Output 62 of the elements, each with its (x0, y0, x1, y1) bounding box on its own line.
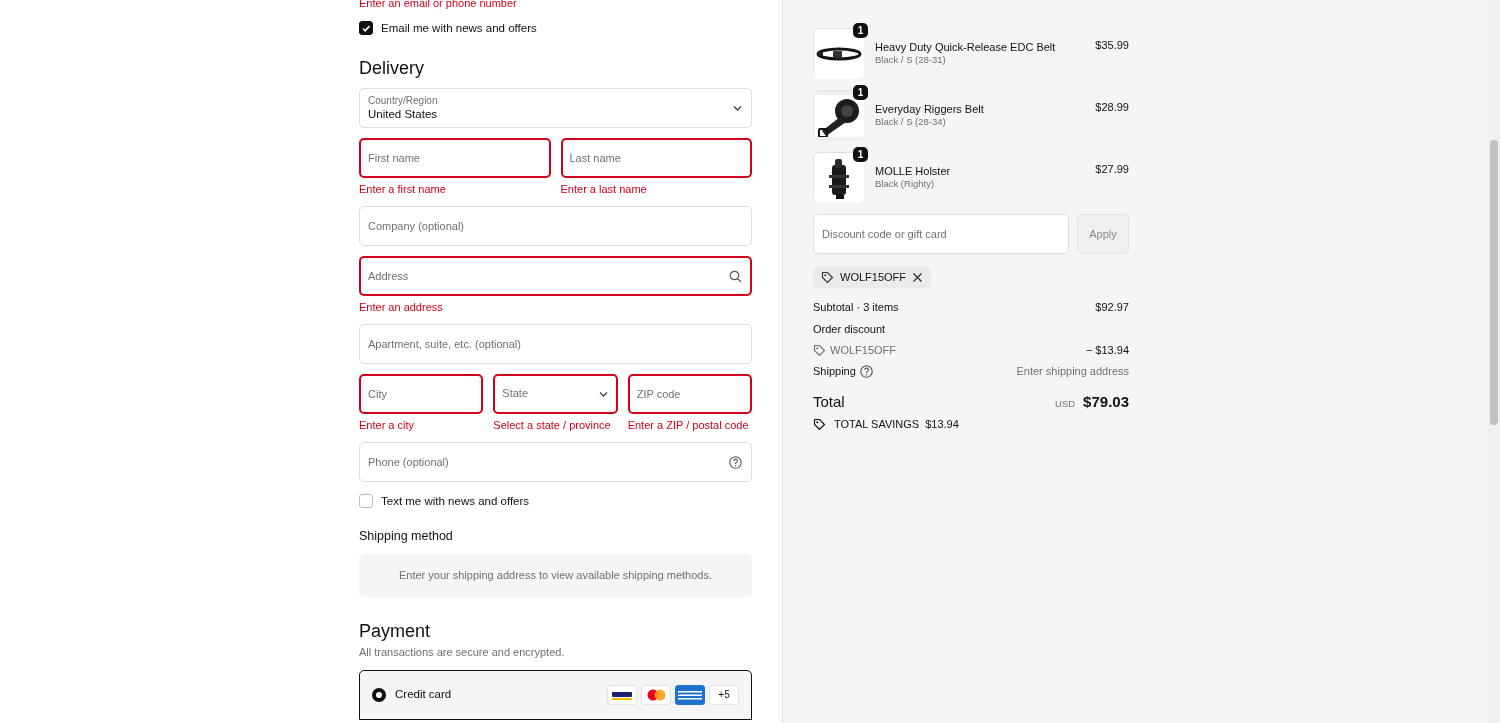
visa-icon (607, 684, 637, 705)
product-price: $28.99 (1095, 100, 1129, 115)
more-cards-label: +5 (709, 684, 739, 705)
section-heading: Delivery (359, 57, 425, 80)
summary-value: $92.97 (1095, 300, 1129, 315)
input-field[interactable]: City (359, 373, 484, 414)
input-field[interactable]: ZIP code (627, 373, 752, 414)
currency-label: USD (1055, 398, 1076, 411)
checkbox[interactable] (359, 494, 373, 508)
input-field[interactable]: First name (359, 137, 551, 178)
payment-option-label: Credit card (395, 687, 452, 703)
section-subtitle: All transactions are secure and encrypted. (359, 645, 566, 660)
discount-code: WOLF15OFF (830, 342, 896, 358)
amex-icon (675, 684, 705, 705)
total-label: Total (813, 392, 845, 412)
error-message: Enter a last name (560, 181, 648, 196)
discount-code: WOLF15OFF (840, 270, 906, 285)
savings-label: TOTAL SAVINGS (834, 417, 920, 432)
error-message: Select a state / province (493, 417, 612, 432)
error-message: Enter a city (359, 417, 416, 432)
radio-button[interactable] (372, 687, 386, 702)
select-field[interactable]: State (493, 373, 618, 414)
total-amount: $79.03 (1083, 392, 1129, 412)
quantity-badge: 1 (853, 23, 868, 38)
select-field[interactable]: Country/Region United States (359, 87, 752, 128)
tag-icon (813, 343, 826, 357)
input-field[interactable]: Last name (560, 137, 752, 178)
error-message: Enter an address (359, 299, 444, 314)
summary-value: Enter shipping address (1016, 364, 1129, 379)
checkbox[interactable] (359, 21, 373, 36)
section-subheading: Shipping method (359, 528, 454, 545)
input-field[interactable]: Address (359, 255, 752, 296)
quantity-badge: 1 (853, 147, 868, 162)
product-name: MOLLE Holster (875, 163, 951, 178)
search-icon (729, 269, 742, 283)
product-price: $35.99 (1095, 38, 1129, 53)
product-variant: Black / S (28-31) (875, 53, 947, 67)
apply-button[interactable]: Apply (1077, 214, 1129, 254)
summary-label: Order discount (813, 321, 886, 336)
product-name: Everyday Riggers Belt (875, 101, 984, 116)
tag-icon (821, 270, 834, 284)
close-icon[interactable] (912, 271, 923, 283)
error-message: Enter an email or phone number (359, 0, 518, 10)
checkbox-label: Email me with news and offers (381, 21, 537, 36)
product-variant: Black (Righty) (875, 177, 936, 191)
summary-label: Subtotal · 3 items (813, 300, 899, 315)
quantity-badge: 1 (853, 85, 868, 100)
checkbox-label: Text me with news and offers (381, 493, 530, 509)
product-name: Heavy Duty Quick-Release EDC Belt (875, 39, 1056, 54)
tag-icon (813, 417, 826, 431)
summary-label: Shipping (813, 364, 856, 379)
savings-amount: $13.94 (925, 417, 959, 432)
mastercard-icon (641, 684, 671, 705)
error-message: Enter a first name (359, 181, 447, 196)
error-message: Enter a ZIP / postal code (627, 417, 750, 432)
check-icon (361, 23, 371, 34)
summary-value: − $13.94 (1085, 342, 1129, 358)
info-message: Enter your shipping address to view available shipping methods. (359, 553, 752, 597)
help-icon (729, 455, 742, 469)
section-heading: Payment (359, 620, 432, 643)
product-variant: Black / S (28-34) (875, 115, 947, 129)
product-price: $27.99 (1095, 162, 1129, 177)
